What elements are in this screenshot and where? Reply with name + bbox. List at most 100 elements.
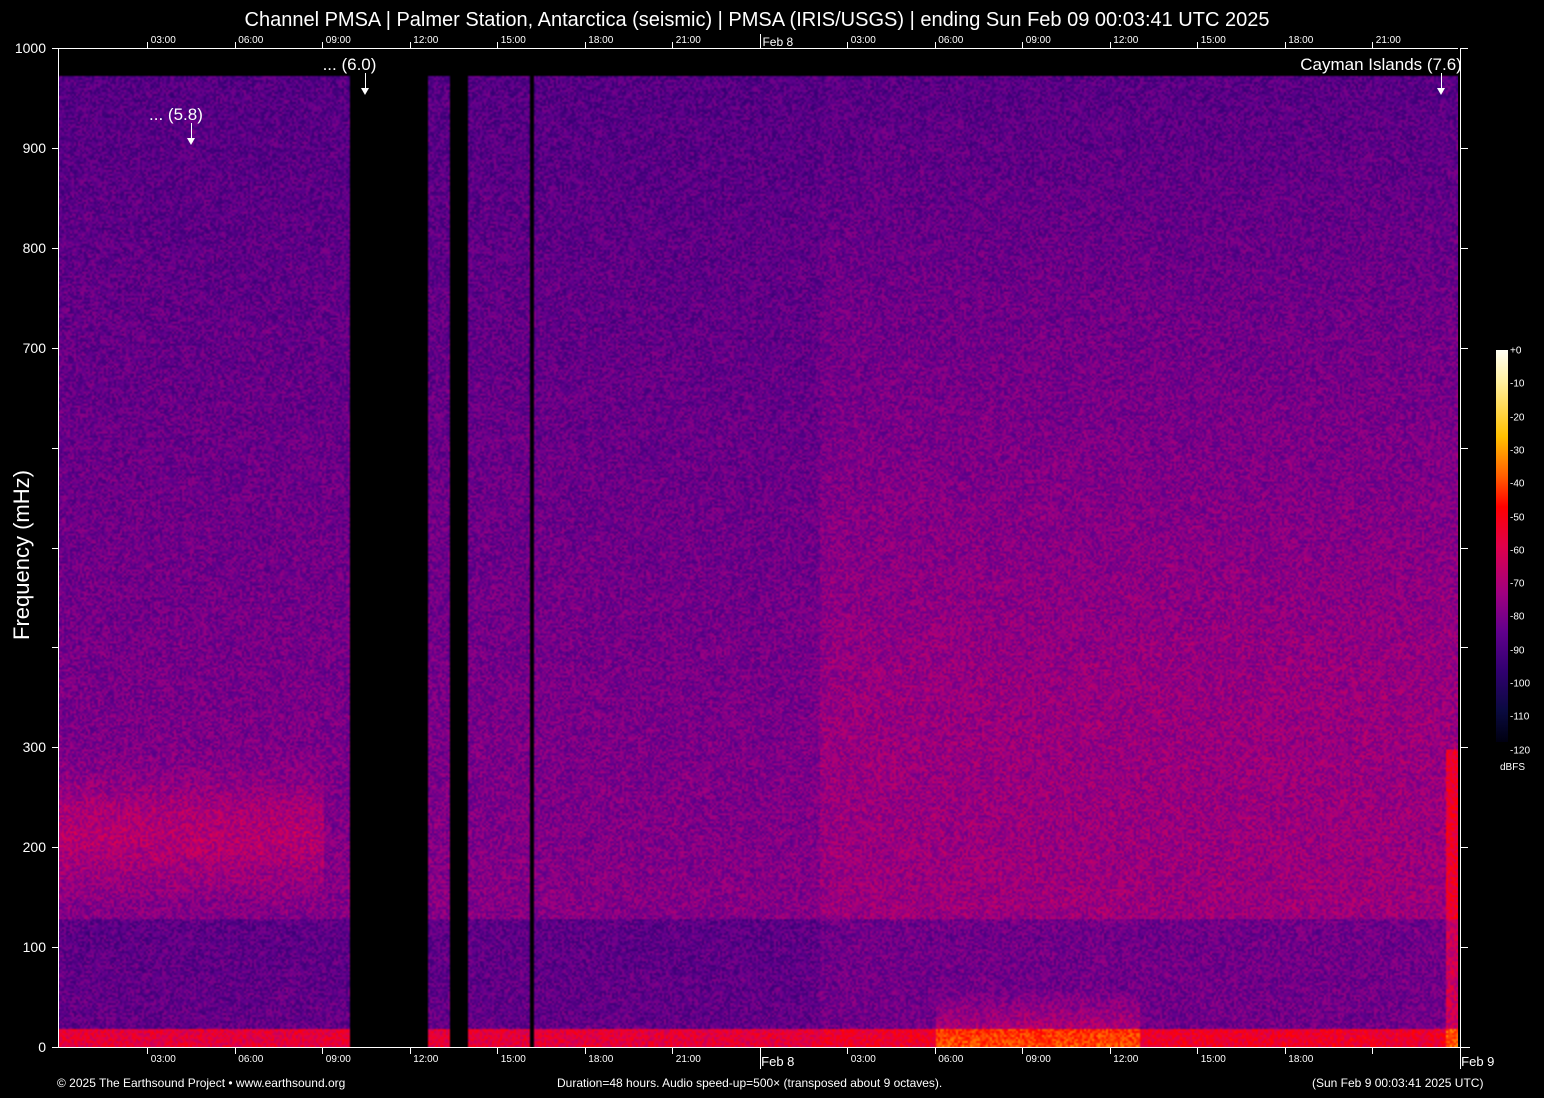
colorbar-tick-label: -70 [1510,579,1524,590]
event-annotation-label: ... (5.8) [149,105,203,125]
y-tick-label: 800 [23,240,46,256]
y-tick-right [1460,1047,1468,1048]
x-tick [410,1047,411,1054]
x-tick-label: 15:00 [1201,1054,1226,1065]
x-tick-label-top: Feb 8 [762,35,793,49]
y-tick [52,747,58,748]
x-axis-top-line [58,48,1458,49]
x-tick-label: 12:00 [1113,1054,1138,1065]
x-tick-top [760,34,761,48]
colorbar [1496,350,1508,742]
x-tick [1022,1047,1023,1054]
x-tick [935,1047,936,1054]
x-tick-label: 09:00 [326,1054,351,1065]
colorbar-tick-label: -120 [1510,745,1530,756]
x-tick-top [935,42,936,48]
y-tick [52,348,58,349]
x-tick [322,1047,323,1054]
x-tick-top [1285,42,1286,48]
x-tick-top [322,42,323,48]
y-tick-right [1460,947,1468,948]
y-tick-label: 900 [23,140,46,156]
colorbar-tick-label: -100 [1510,679,1530,690]
x-tick-label-top: 21:00 [676,35,701,46]
x-tick [585,1047,586,1054]
colorbar-tick-label: -50 [1510,512,1524,523]
y-tick [52,947,58,948]
x-tick-top [672,42,673,48]
footer-duration: Duration=48 hours. Audio speed-up=500× (… [557,1076,942,1090]
x-tick-top [1197,42,1198,48]
y-tick-label: 100 [23,939,46,955]
y-tick [52,548,58,549]
x-tick-label: 09:00 [1026,1054,1051,1065]
y-tick [52,248,58,249]
y-tick [52,847,58,848]
x-tick [1197,1047,1198,1054]
colorbar-tick-label: -110 [1510,712,1529,723]
footer-copyright: © 2025 The Earthsound Project • www.eart… [57,1076,345,1090]
x-tick [1110,1047,1111,1054]
x-tick-label: Feb 9 [1461,1054,1494,1069]
colorbar-tick-label: -20 [1510,412,1524,423]
y-tick-right [1460,48,1468,49]
x-tick-label: 03:00 [151,1054,176,1065]
x-tick-label-top: 06:00 [938,35,963,46]
x-tick-label-top: 12:00 [1113,35,1138,46]
x-tick-label-top: 03:00 [851,35,876,46]
y-tick-right [1460,448,1468,449]
x-tick-label: Feb 8 [761,1054,794,1069]
x-tick-label: 18:00 [588,1054,613,1065]
y-tick-label: 700 [23,340,46,356]
x-tick-label: 15:00 [501,1054,526,1065]
x-tick-label-top: 15:00 [1201,35,1226,46]
footer-timestamp: (Sun Feb 9 00:03:41 2025 UTC) [1312,1076,1483,1090]
x-tick-label: 06:00 [938,1054,963,1065]
x-tick [672,1047,673,1054]
y-tick-right [1460,348,1468,349]
chart-title: Channel PMSA | Palmer Station, Antarctic… [0,9,1514,32]
x-tick-top [1022,42,1023,48]
x-tick-top [585,42,586,48]
y-tick-label: 0 [38,1039,46,1055]
x-tick-label: 12:00 [413,1054,438,1065]
x-tick-label-top: 18:00 [588,35,613,46]
x-tick-top [235,42,236,48]
colorbar-tick-label: -10 [1510,379,1524,390]
event-arrow-icon [365,73,366,89]
x-tick-label-top: 21:00 [1376,35,1401,46]
y-tick [52,48,58,49]
x-tick-label-top: 18:00 [1288,35,1313,46]
x-tick [847,1047,848,1054]
y-tick [52,148,58,149]
x-tick [235,1047,236,1054]
x-tick-label-top: 03:00 [151,35,176,46]
x-tick [1372,1047,1373,1054]
spectrogram-heatmap [58,48,1458,1047]
x-tick-top [1372,42,1373,48]
colorbar-unit: dBFS [1500,762,1525,773]
event-annotation-label: ... (6.0) [323,55,377,75]
y-tick-right [1460,647,1468,648]
x-tick-label-top: 12:00 [413,35,438,46]
event-annotation-label: Cayman Islands (7.6) [1300,55,1462,75]
y-tick-label: 1000 [15,40,46,56]
x-tick-label-top: 09:00 [1026,35,1051,46]
x-tick-label-top: 06:00 [238,35,263,46]
x-tick-label-top: 09:00 [326,35,351,46]
y-tick-right [1460,148,1468,149]
event-arrow-icon [1441,73,1442,89]
event-arrow-icon [191,123,192,139]
y-tick-right [1460,248,1468,249]
x-tick-label: 03:00 [851,1054,876,1065]
y-tick-right [1460,548,1468,549]
colorbar-tick-label: -40 [1510,479,1524,490]
y-axis-left-line [58,48,59,1047]
x-tick-top [1110,42,1111,48]
y-tick-right [1460,747,1468,748]
colorbar-tick-label: -80 [1510,612,1524,623]
x-tick-label-top: 15:00 [501,35,526,46]
x-axis-bottom-line [58,1047,1470,1048]
x-tick-label: 18:00 [1288,1054,1313,1065]
colorbar-tick-label: -30 [1510,445,1524,456]
